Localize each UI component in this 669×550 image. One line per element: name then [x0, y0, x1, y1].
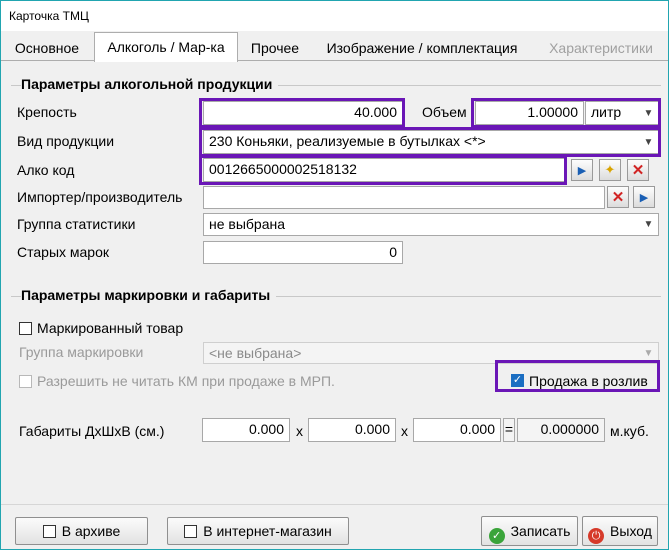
dims-x-sign: x [401, 423, 408, 439]
marked-goods-label[interactable]: Маркированный товар [37, 318, 183, 338]
alcocode-clear-button[interactable]: ✕ [627, 159, 649, 181]
dim-length-input[interactable]: 0.000 [202, 418, 290, 442]
volume-unit-value: литр [591, 104, 622, 120]
product-card-window: Карточка ТМЦ Основное Алкоголь / Мар-ка … [0, 0, 669, 550]
footer-bar: В архиве В интернет-магазин ✓ Записать ⏻ В… [1, 504, 668, 549]
marking-group-value: <не выбрана> [209, 345, 302, 361]
dim-height-input[interactable]: 0.000 [413, 418, 501, 442]
strength-input[interactable]: 40.000 [203, 101, 403, 125]
archive-toggle-button[interactable]: В архиве [15, 517, 148, 545]
tab-other[interactable]: Прочее [243, 35, 307, 61]
strength-label: Крепость [17, 104, 77, 120]
close-icon: ✕ [611, 189, 625, 206]
internet-shop-toggle-button[interactable]: В интернет-магазин [167, 517, 349, 545]
close-icon: ✕ [631, 162, 645, 179]
marked-goods-checkbox[interactable] [19, 322, 32, 335]
chevron-down-icon[interactable]: ▼ [640, 103, 657, 123]
marking-group-label: Группа маркировки [19, 344, 144, 360]
tab-bar: Основное Алкоголь / Мар-ка Прочее Изобра… [1, 31, 668, 62]
new-document-icon: ✦ [604, 162, 616, 177]
check-icon: ✓ [488, 528, 505, 544]
archive-checkbox [42, 525, 56, 538]
tab-image-kit[interactable]: Изображение / комплектация [313, 35, 531, 61]
importer-input[interactable] [203, 186, 605, 209]
save-label: Записать [510, 523, 571, 539]
stat-group-value: не выбрана [209, 216, 286, 232]
alcohol-section-title: Параметры алкогольной продукции [21, 76, 279, 92]
chevron-down-icon: ▼ [643, 347, 654, 359]
alcocode-new-button[interactable]: ✦ [599, 159, 621, 181]
marking-group-select: <не выбрана> ▼ [203, 342, 659, 364]
allow-no-km-label: Разрешить не читать КМ при продаже в МРП… [37, 373, 335, 389]
stat-group-select[interactable]: не выбрана ▼ [203, 213, 659, 236]
product-type-label: Вид продукции [17, 133, 115, 149]
exit-label: Выход [610, 523, 652, 539]
chevron-down-icon[interactable]: ▼ [640, 132, 657, 152]
dims-label: Габариты ДхШхВ (см.) [19, 423, 165, 439]
alcocode-label: Алко код [17, 162, 75, 178]
tab-alcohol-marking[interactable]: Алкоголь / Мар-ка [94, 32, 238, 62]
volume-label: Объем [422, 104, 467, 120]
volume-total-unit: м.куб. [610, 423, 649, 439]
window-title: Карточка ТМЦ [1, 1, 668, 31]
dims-equals-sign: = [503, 418, 515, 442]
dim-width-input[interactable]: 0.000 [308, 418, 396, 442]
old-marks-input[interactable]: 0 [203, 241, 403, 264]
product-type-select[interactable]: 230 Коньяки, реализуемые в бутылках <*> … [203, 130, 659, 154]
tab-content: Параметры алкогольной продукции Крепость… [3, 61, 666, 501]
volume-unit-select[interactable]: литр ▼ [585, 101, 659, 125]
draft-sale-label[interactable]: Продажа в розлив [529, 371, 648, 391]
alcocode-select-button[interactable]: ▶ [571, 159, 593, 181]
exit-button[interactable]: ⏻ Выход [582, 516, 658, 546]
play-icon: ▶ [577, 164, 587, 177]
product-type-value: 230 Коньяки, реализуемые в бутылках <*> [209, 133, 486, 149]
play-icon: ▶ [639, 191, 649, 204]
draft-sale-checkbox[interactable]: ✓ [511, 374, 524, 387]
allow-no-km-checkbox [19, 375, 32, 388]
dims-x-sign: x [296, 423, 303, 439]
importer-select-button[interactable]: ▶ [633, 186, 655, 208]
power-icon: ⏻ [588, 528, 605, 544]
internet-shop-label: В интернет-магазин [203, 523, 332, 539]
importer-clear-button[interactable]: ✕ [607, 186, 629, 208]
importer-label: Импортер/производитель [17, 189, 183, 205]
marking-section-title: Параметры маркировки и габариты [21, 287, 277, 303]
internet-shop-checkbox [184, 525, 198, 538]
tab-main[interactable]: Основное [7, 35, 87, 61]
save-button[interactable]: ✓ Записать [481, 516, 578, 546]
chevron-down-icon[interactable]: ▼ [640, 215, 657, 234]
tab-characteristics: Характеристики [549, 40, 653, 56]
volume-input[interactable]: 1.00000 [475, 101, 584, 125]
old-marks-label: Старых марок [17, 244, 109, 260]
alcocode-input[interactable]: 0012665000002518132 [203, 158, 565, 182]
archive-label: В архиве [61, 523, 121, 539]
volume-total-output: 0.000000 [517, 418, 605, 442]
stat-group-label: Группа статистики [17, 216, 136, 232]
